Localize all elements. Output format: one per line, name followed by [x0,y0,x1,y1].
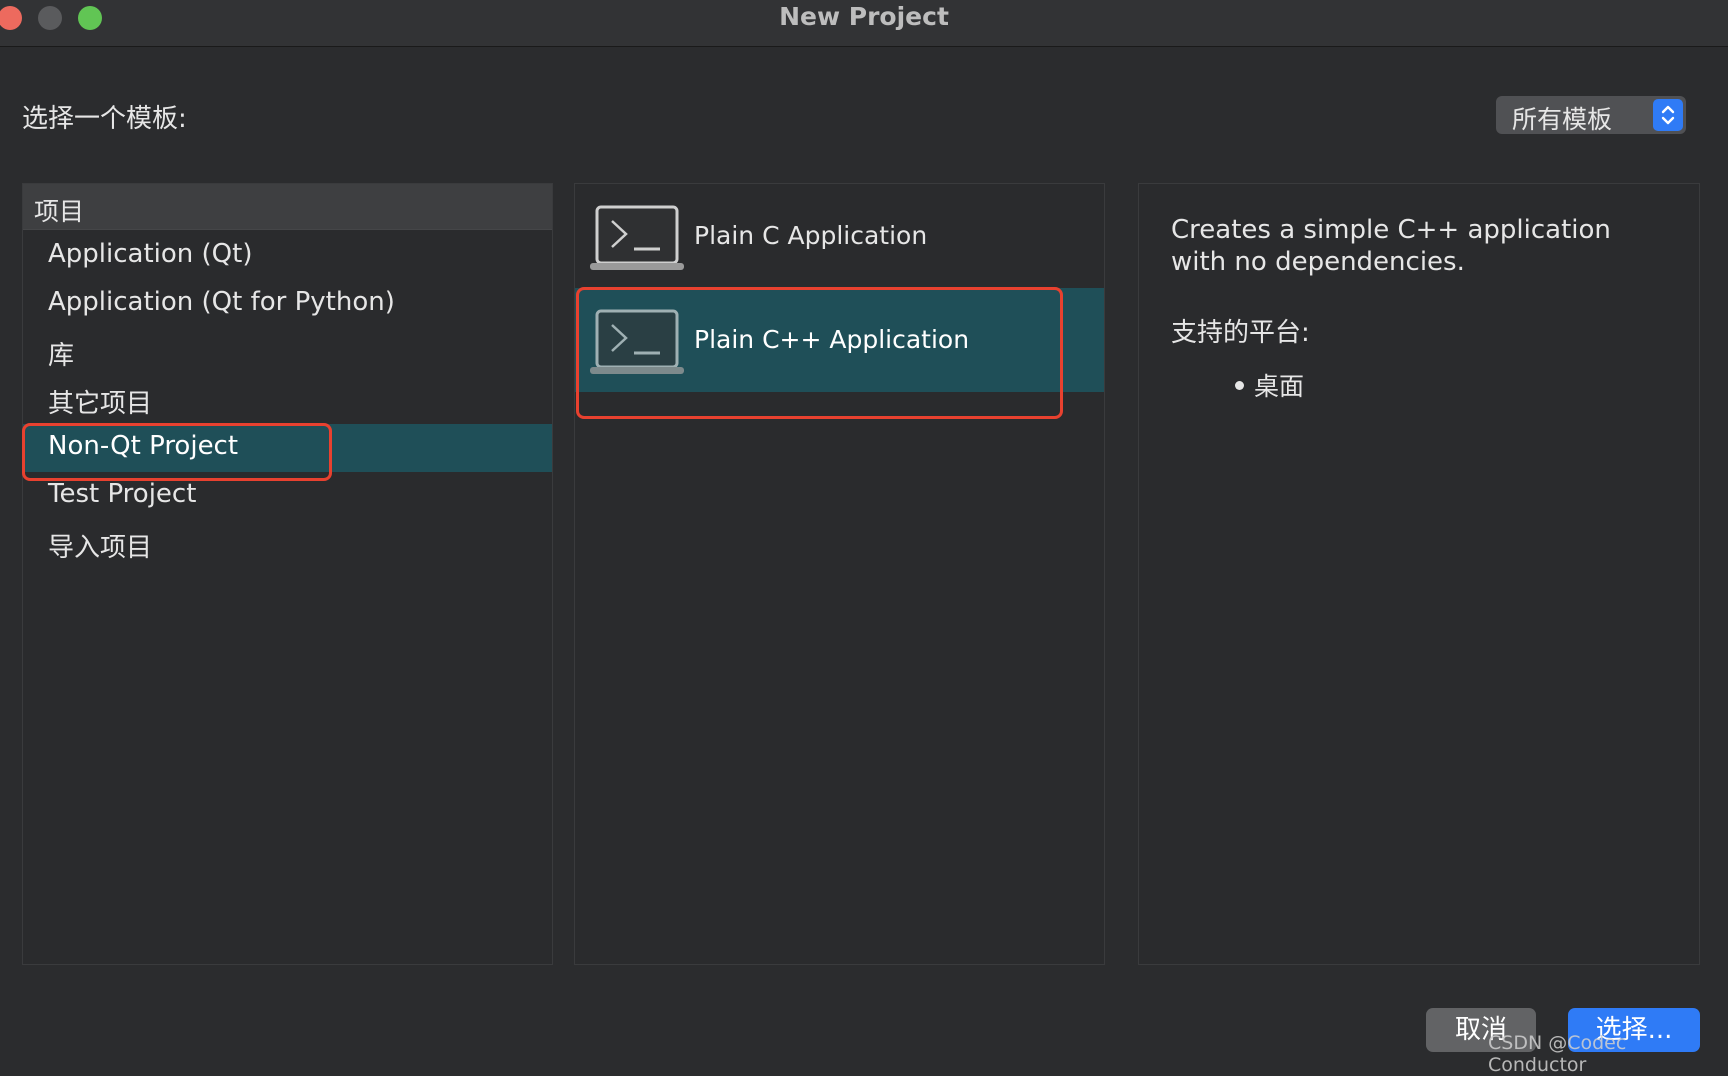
template-description: Creates a simple C++ application with no… [1171,214,1671,278]
category-item-label: 导入项目 [48,527,152,564]
template-filter-value: 所有模板 [1512,100,1612,136]
platform-list-item: 桌面 [1235,367,1304,403]
template-label: 选择一个模板: [22,98,187,135]
template-filter-select[interactable]: 所有模板 [1496,96,1686,134]
category-header-label: 项目 [34,192,84,228]
category-item-label: Application (Qt for Python) [48,287,395,317]
template-item-plain-c[interactable]: Plain C Application [575,184,1104,288]
category-item-label: 库 [48,335,74,372]
updown-chevron-icon [1653,99,1683,131]
title-bar: New Project [0,0,1728,47]
category-item-import-project[interactable]: 导入项目 [23,520,552,568]
window-title: New Project [0,2,1728,31]
bullet-icon [1235,381,1244,390]
supported-platforms-label: 支持的平台: [1171,312,1310,349]
category-header: 项目 [23,184,552,230]
category-item-label: 其它项目 [48,383,152,420]
template-description-panel: Creates a simple C++ application with no… [1138,183,1700,965]
category-item-application-qt-python[interactable]: Application (Qt for Python) [23,280,552,328]
category-item-application-qt[interactable]: Application (Qt) [23,232,552,280]
annotation-highlight-category [22,423,332,481]
annotation-highlight-template [576,287,1063,419]
platform-label: 桌面 [1254,372,1304,401]
terminal-icon [590,205,684,273]
category-item-other-projects[interactable]: 其它项目 [23,376,552,424]
category-list: 项目 Application (Qt) Application (Qt for … [22,183,553,965]
template-item-label: Plain C Application [694,221,927,250]
watermark: CSDN @Codec Conductor [1488,1032,1728,1076]
category-item-label: Test Project [48,479,196,509]
category-item-label: Application (Qt) [48,239,252,269]
category-item-library[interactable]: 库 [23,328,552,376]
